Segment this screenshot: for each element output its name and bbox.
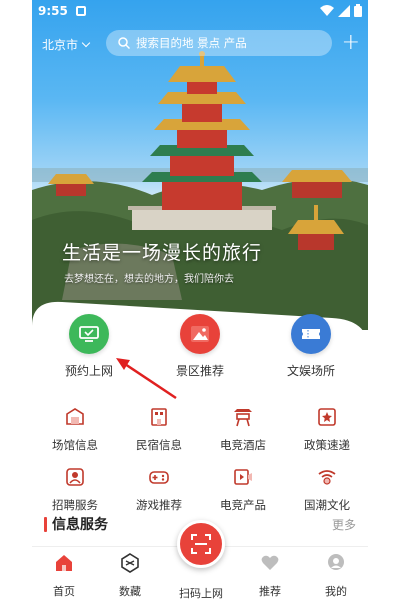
grid-item-policy-express[interactable]: 政策速递 xyxy=(287,406,367,453)
add-button[interactable]: + xyxy=(342,30,360,56)
grid-item-guochao-culture[interactable]: 国潮文化 xyxy=(287,466,367,513)
grid-label: 电竞产品 xyxy=(220,498,266,512)
grid-item-esports-products[interactable]: 电竞产品 xyxy=(203,466,283,513)
scan-button[interactable] xyxy=(177,520,225,568)
signal-icon xyxy=(338,4,350,17)
feature-book-internet[interactable]: 预约上网 xyxy=(44,314,134,379)
search-icon xyxy=(118,37,130,49)
nav-collection[interactable]: 数藏 xyxy=(102,553,158,599)
grid-label: 招聘服务 xyxy=(52,498,98,512)
venue-icon xyxy=(66,408,84,425)
policy-icon xyxy=(318,408,336,426)
nav-home[interactable]: 首页 xyxy=(36,553,92,599)
hero-banner[interactable]: 9:55 北京市 搜索目的地 景点 产品 + 生活是一场漫长的旅行 去梦想还在，… xyxy=(32,0,368,330)
grid-item-homestay-info[interactable]: 民宿信息 xyxy=(119,406,199,453)
notification-icon xyxy=(76,6,86,16)
feature-label: 景区推荐 xyxy=(175,364,224,378)
nav-label: 我的 xyxy=(325,585,347,598)
grid-label: 政策速递 xyxy=(304,438,350,452)
culture-icon xyxy=(318,470,336,485)
homestay-icon xyxy=(151,408,167,426)
profile-icon xyxy=(328,554,344,570)
grid-item-esports-hotel[interactable]: 电竞酒店 xyxy=(203,406,283,453)
grid-item-game-recommend[interactable]: 游戏推荐 xyxy=(119,466,199,513)
feature-label: 文娱场所 xyxy=(286,364,335,378)
more-link[interactable]: 更多 xyxy=(332,516,356,533)
ticket-icon xyxy=(291,314,331,354)
heart-icon xyxy=(261,555,279,570)
grid-label: 国潮文化 xyxy=(304,498,350,512)
chevron-down-icon xyxy=(81,38,91,47)
grid-item-venue-info[interactable]: 场馆信息 xyxy=(35,406,115,453)
nav-label: 首页 xyxy=(53,585,75,598)
search-input[interactable]: 搜索目的地 景点 产品 xyxy=(106,30,332,56)
home-icon xyxy=(56,555,72,571)
feature-entertainment-venue[interactable]: 文娱场所 xyxy=(266,314,356,379)
section-title: 信息服务 xyxy=(52,517,108,533)
nav-label: 推荐 xyxy=(259,585,281,598)
status-time: 9:55 xyxy=(38,4,68,18)
nav-profile[interactable]: 我的 xyxy=(308,553,364,599)
mountain-icon xyxy=(180,314,220,354)
esports-hotel-icon xyxy=(234,409,252,427)
status-icons xyxy=(320,4,362,17)
feature-panel: 预约上网 景区推荐 文娱场所 xyxy=(32,296,368,400)
city-selector[interactable]: 北京市 xyxy=(42,36,91,53)
app-screen: 9:55 北京市 搜索目的地 景点 产品 + 生活是一场漫长的旅行 去梦想还在，… xyxy=(32,0,368,600)
monitor-icon xyxy=(69,314,109,354)
hero-slogan: 生活是一场漫长的旅行 xyxy=(62,242,263,264)
wifi-icon xyxy=(320,4,334,16)
nav-label: 数藏 xyxy=(119,585,141,598)
battery-icon xyxy=(354,4,362,17)
scan-label: 扫码上网 xyxy=(179,587,223,600)
city-label: 北京市 xyxy=(42,38,79,52)
grid-label: 电竞酒店 xyxy=(220,438,266,452)
hero-subtitle: 去梦想还在，想去的地方，我们陪你去 xyxy=(64,274,234,285)
collection-icon xyxy=(121,553,139,573)
feature-label: 预约上网 xyxy=(64,364,113,378)
scan-icon xyxy=(191,534,211,554)
feature-scenic-recommend[interactable]: 景区推荐 xyxy=(155,314,245,379)
grid-label: 游戏推荐 xyxy=(136,498,182,512)
recruit-icon xyxy=(66,468,84,486)
grid-label: 民宿信息 xyxy=(136,438,182,452)
search-placeholder: 搜索目的地 景点 产品 xyxy=(136,36,247,50)
status-bar: 9:55 xyxy=(32,0,368,24)
grid-item-recruit-service[interactable]: 招聘服务 xyxy=(35,466,115,513)
section-accent-bar xyxy=(44,517,47,532)
gamepad-icon xyxy=(149,471,169,484)
nav-recommend[interactable]: 推荐 xyxy=(242,553,298,599)
video-icon xyxy=(234,469,252,485)
grid-label: 场馆信息 xyxy=(52,438,98,452)
